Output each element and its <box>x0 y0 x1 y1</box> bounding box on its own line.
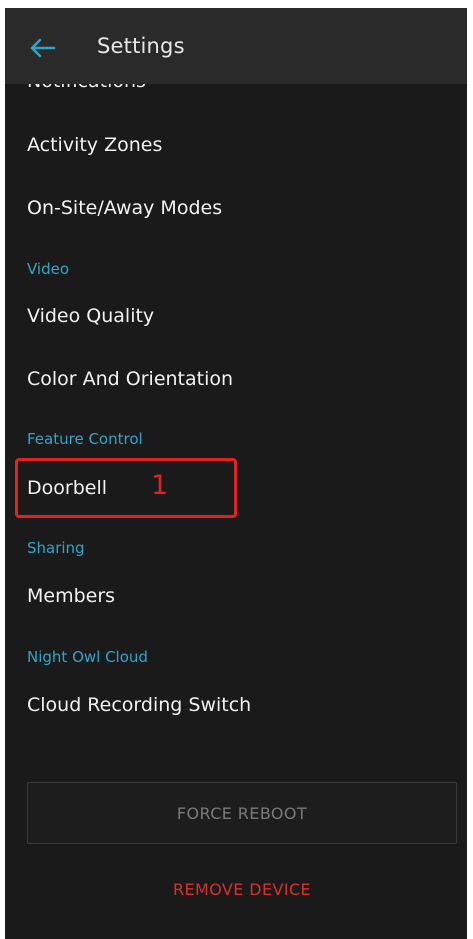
activity-zones-item[interactable]: Activity Zones <box>27 134 162 156</box>
page-title: Settings <box>97 34 185 58</box>
arrow-left-icon[interactable] <box>27 36 57 60</box>
app-bar: Settings <box>5 8 467 84</box>
section-header-night-owl-cloud: Night Owl Cloud <box>27 648 148 666</box>
settings-screen: Settings Notifications Activity Zones On… <box>5 8 467 939</box>
video-quality-item[interactable]: Video Quality <box>27 305 154 327</box>
highlight-box <box>15 458 237 518</box>
members-item[interactable]: Members <box>27 585 115 607</box>
annotation-number: 1 <box>151 470 169 501</box>
section-header-sharing: Sharing <box>27 539 85 557</box>
onsite-away-modes-item[interactable]: On-Site/Away Modes <box>27 197 222 219</box>
color-orientation-item[interactable]: Color And Orientation <box>27 368 233 390</box>
section-header-feature-control: Feature Control <box>27 430 143 448</box>
remove-device-button[interactable]: REMOVE DEVICE <box>27 880 457 908</box>
force-reboot-button[interactable]: FORCE REBOOT <box>27 782 457 844</box>
section-header-video: Video <box>27 260 70 278</box>
cloud-recording-switch-item[interactable]: Cloud Recording Switch <box>27 694 251 716</box>
